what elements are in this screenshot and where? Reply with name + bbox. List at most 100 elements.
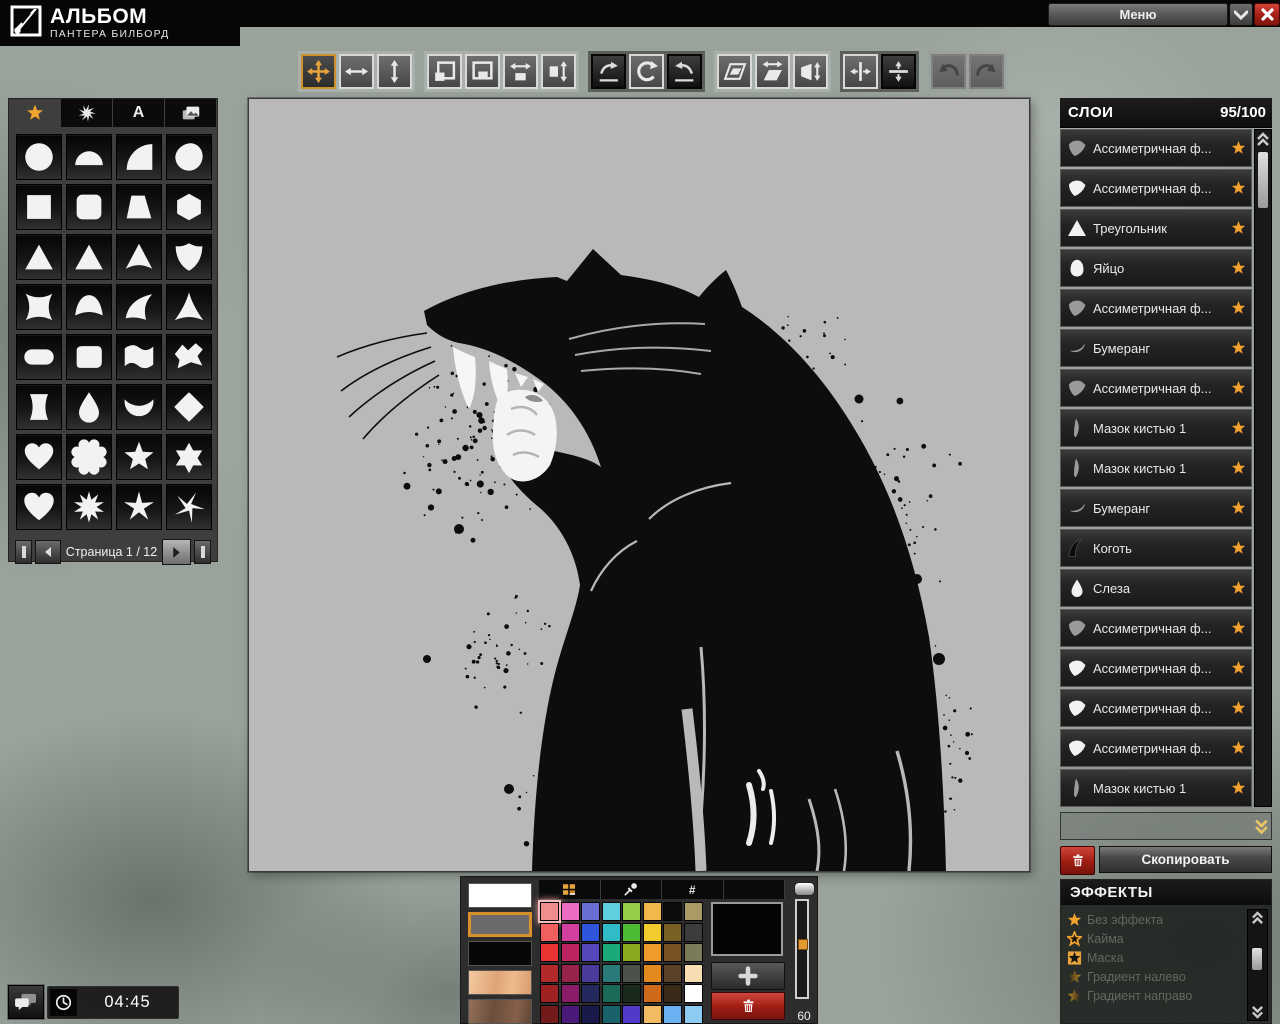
color-cell-4[interactable]: [602, 902, 621, 921]
layer-star-icon[interactable]: [1231, 700, 1246, 716]
color-cell-24[interactable]: [684, 943, 703, 962]
delete-color-button[interactable]: [711, 992, 785, 1020]
layer-item-15[interactable]: Ассиметричная ф...: [1060, 689, 1252, 727]
color-cell-48[interactable]: [684, 1005, 703, 1024]
color-cell-22[interactable]: [643, 943, 662, 962]
color-cell-40[interactable]: [684, 984, 703, 1003]
swatch-black[interactable]: [468, 941, 532, 966]
color-cell-45[interactable]: [622, 1005, 641, 1024]
shape-triangle[interactable]: [16, 234, 62, 280]
tool-scale-corner-b-button[interactable]: [465, 54, 500, 89]
layer-item-4[interactable]: Яйцо: [1060, 249, 1252, 287]
tool-rotate-free-button[interactable]: [629, 54, 664, 89]
palette-tab-palette[interactable]: [539, 880, 601, 899]
shape-teardrop[interactable]: [66, 384, 112, 430]
shape-heart[interactable]: [16, 434, 62, 480]
color-cell-39[interactable]: [663, 984, 682, 1003]
shape-pillow[interactable]: [16, 284, 62, 330]
shape-wave-flag[interactable]: [116, 334, 162, 380]
drawing-canvas[interactable]: [248, 98, 1030, 872]
chat-button[interactable]: [8, 985, 44, 1019]
layer-item-9[interactable]: Мазок кистью 1: [1060, 449, 1252, 487]
color-cell-26[interactable]: [561, 964, 580, 983]
slider-track[interactable]: [795, 899, 809, 999]
layer-star-icon[interactable]: [1231, 460, 1246, 476]
scroll-down-icon[interactable]: [1252, 814, 1270, 838]
swatch-brown-texture[interactable]: [468, 999, 532, 1024]
shape-flower[interactable]: [66, 434, 112, 480]
delete-layer-button[interactable]: [1060, 846, 1095, 875]
effect-3[interactable]: Маска: [1067, 948, 1267, 967]
layer-item-13[interactable]: Ассиметричная ф...: [1060, 609, 1252, 647]
shape-heart-2[interactable]: [16, 484, 62, 530]
scroll-up-icon[interactable]: [1255, 132, 1271, 148]
layer-item-6[interactable]: Бумеранг: [1060, 329, 1252, 367]
palette-tab-empty[interactable]: [724, 880, 786, 899]
shape-round-diamond[interactable]: [166, 384, 212, 430]
color-cell-8[interactable]: [684, 902, 703, 921]
layer-star-icon[interactable]: [1231, 660, 1246, 676]
color-cell-33[interactable]: [540, 984, 559, 1003]
layer-item-10[interactable]: Бумеранг: [1060, 489, 1252, 527]
layer-star-icon[interactable]: [1231, 540, 1246, 556]
color-cell-38[interactable]: [643, 984, 662, 1003]
color-cell-19[interactable]: [581, 943, 600, 962]
close-button[interactable]: [1254, 3, 1280, 26]
layer-item-7[interactable]: Ассиметричная ф...: [1060, 369, 1252, 407]
layer-item-2[interactable]: Ассиметричная ф...: [1060, 169, 1252, 207]
shape-pillar[interactable]: [16, 384, 62, 430]
menu-button[interactable]: Меню: [1048, 3, 1228, 26]
prev-page-button[interactable]: [35, 540, 61, 564]
color-cell-1[interactable]: [540, 902, 559, 921]
palette-tab-eyedropper[interactable]: [601, 880, 663, 899]
shape-star-5[interactable]: [116, 434, 162, 480]
effect-1[interactable]: Без эффекта: [1067, 910, 1267, 929]
tab-splatters[interactable]: [61, 99, 113, 127]
effects-scroll-down-icon[interactable]: [1249, 1004, 1265, 1019]
color-cell-2[interactable]: [561, 902, 580, 921]
effects-scroll-thumb[interactable]: [1252, 948, 1262, 970]
color-cell-13[interactable]: [622, 923, 641, 942]
shape-jagged[interactable]: [166, 334, 212, 380]
tool-scale-vertical-button[interactable]: [541, 54, 576, 89]
shape-arrowhead[interactable]: [116, 234, 162, 280]
color-cell-23[interactable]: [663, 943, 682, 962]
layers-scrollbar[interactable]: [1254, 129, 1272, 807]
color-cell-47[interactable]: [663, 1005, 682, 1024]
tool-scale-horizontal-button[interactable]: [503, 54, 538, 89]
color-cell-15[interactable]: [663, 923, 682, 942]
shape-blob[interactable]: [166, 134, 212, 180]
shape-fin[interactable]: [116, 284, 162, 330]
shape-quarter-circle[interactable]: [116, 134, 162, 180]
slider-thumb[interactable]: [798, 939, 808, 950]
color-cell-35[interactable]: [581, 984, 600, 1003]
tool-scale-corner-a-button[interactable]: [427, 54, 462, 89]
color-cell-42[interactable]: [561, 1005, 580, 1024]
tab-text[interactable]: A: [113, 99, 165, 127]
shape-arch[interactable]: [66, 284, 112, 330]
color-cell-32[interactable]: [684, 964, 703, 983]
shape-square[interactable]: [16, 184, 62, 230]
layer-star-icon[interactable]: [1231, 220, 1246, 236]
shape-star-5-sharp[interactable]: [116, 484, 162, 530]
color-cell-11[interactable]: [581, 923, 600, 942]
tool-move-horizontal-button[interactable]: [339, 54, 374, 89]
color-cell-9[interactable]: [540, 923, 559, 942]
color-cell-5[interactable]: [622, 902, 641, 921]
shape-circle[interactable]: [16, 134, 62, 180]
layer-item-16[interactable]: Ассиметричная ф...: [1060, 729, 1252, 767]
color-cell-30[interactable]: [643, 964, 662, 983]
layer-star-icon[interactable]: [1231, 340, 1246, 356]
effects-scroll-up-icon[interactable]: [1249, 911, 1265, 926]
color-cell-20[interactable]: [602, 943, 621, 962]
shape-triangle-soft[interactable]: [66, 234, 112, 280]
layer-star-icon[interactable]: [1231, 180, 1246, 196]
effects-scrollbar[interactable]: [1247, 909, 1268, 1021]
layer-item-11[interactable]: Коготь: [1060, 529, 1252, 567]
layer-star-icon[interactable]: [1231, 500, 1246, 516]
effect-5[interactable]: Градиент направо: [1067, 986, 1267, 1005]
effect-4[interactable]: Градиент налево: [1067, 967, 1267, 986]
layer-star-icon[interactable]: [1231, 140, 1246, 156]
tool-skew-vertical-button[interactable]: [793, 54, 828, 89]
layer-star-icon[interactable]: [1231, 780, 1246, 796]
